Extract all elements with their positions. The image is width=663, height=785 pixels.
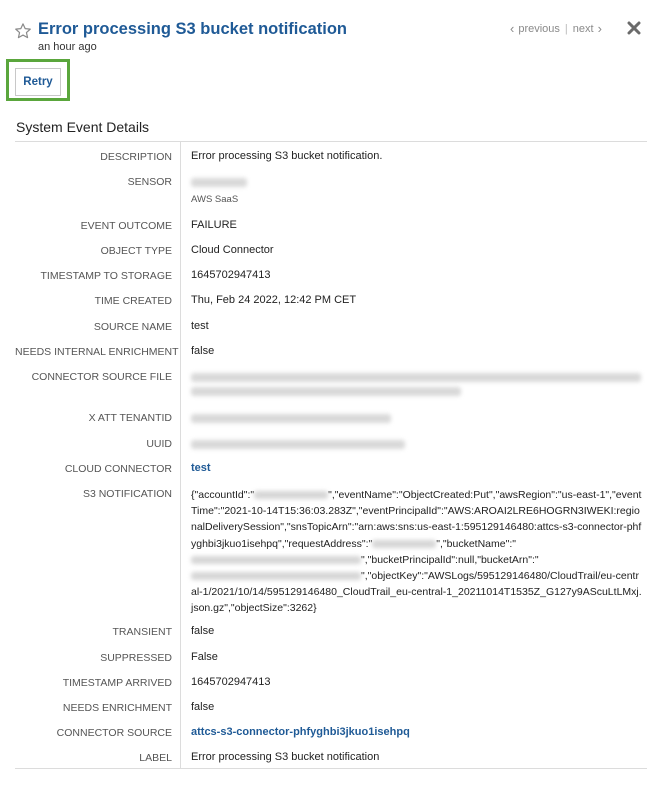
label-event-outcome: EVENT OUTCOME (80, 220, 172, 232)
label-needs-internal-enrichment: NEEDS INTERNAL ENRICHMENT (15, 346, 179, 358)
label-label: LABEL (139, 752, 172, 764)
pager: ‹ previous | next › (510, 21, 602, 36)
s3-notification-text-4: ","bucketPrincipalId":null,"bucketArn":" (361, 553, 539, 566)
value-s3-notification: {"accountId":" ","eventName":"ObjectCreat… (191, 487, 643, 617)
redacted-request-address (372, 539, 437, 548)
s3-notification-text-3: ","bucketName":" (436, 537, 516, 550)
redacted-connector-source-file-line1 (191, 373, 641, 382)
label-s3-notification: S3 NOTIFICATION (82, 488, 172, 500)
value-timestamp-to-storage: 1645702947413 (191, 269, 271, 281)
value-timestamp-arrived: 1645702947413 (191, 676, 271, 688)
value-needs-internal-enrichment: false (191, 345, 215, 357)
redacted-bucket-arn (191, 572, 361, 581)
label-sensor: SENSOR (127, 176, 172, 188)
chevron-right-icon[interactable]: › (598, 21, 602, 36)
value-label: Error processing S3 bucket notification (191, 751, 380, 763)
label-time-created: TIME CREATED (94, 295, 172, 307)
next-link[interactable]: next (573, 23, 594, 35)
label-timestamp-arrived: TIMESTAMP ARRIVED (62, 677, 172, 689)
label-connector-source-file: CONNECTOR SOURCE FILE (31, 371, 172, 383)
redacted-uuid (191, 440, 405, 449)
column-divider (180, 142, 181, 768)
previous-link[interactable]: previous (518, 23, 560, 35)
retry-button[interactable]: Retry (15, 68, 61, 96)
value-object-type: Cloud Connector (191, 244, 274, 256)
label-description: DESCRIPTION (100, 151, 172, 163)
value-description: Error processing S3 bucket notification. (191, 150, 383, 162)
value-time-created: Thu, Feb 24 2022, 12:42 PM CET (191, 294, 357, 306)
label-transient: TRANSIENT (112, 626, 172, 638)
redacted-sensor-name (191, 178, 247, 187)
redacted-account-id (254, 491, 329, 500)
redacted-connector-source-file-line2 (191, 387, 461, 396)
chevron-left-icon[interactable]: ‹ (510, 21, 514, 36)
value-sensor-type: AWS SaaS (191, 194, 239, 205)
value-transient: false (191, 625, 215, 637)
label-needs-enrichment: NEEDS ENRICHMENT (62, 702, 172, 714)
label-connector-source: CONNECTOR SOURCE (56, 727, 172, 739)
label-object-type: OBJECT TYPE (100, 245, 172, 257)
pager-separator: | (564, 22, 568, 35)
link-connector-source[interactable]: attcs-s3-connector-phfyghbi3jkuo1isehpq (191, 726, 410, 738)
star-outline-icon[interactable] (14, 22, 32, 40)
label-timestamp-to-storage: TIMESTAMP TO STORAGE (40, 270, 172, 282)
section-title: System Event Details (16, 119, 150, 135)
s3-notification-text-1: {"accountId":" (191, 489, 255, 501)
label-source-name: SOURCE NAME (93, 321, 172, 333)
timestamp-relative: an hour ago (38, 41, 97, 53)
label-suppressed: SUPPRESSED (100, 652, 172, 664)
value-suppressed: False (191, 651, 218, 663)
value-source-name: test (191, 320, 209, 332)
details-panel: DESCRIPTION Error processing S3 bucket n… (15, 141, 647, 769)
value-event-outcome: FAILURE (191, 219, 237, 231)
link-cloud-connector[interactable]: test (191, 462, 211, 474)
redacted-tenantid (191, 414, 391, 423)
close-icon[interactable] (626, 20, 642, 36)
label-cloud-connector: CLOUD CONNECTOR (64, 463, 172, 475)
redacted-bucket-name (191, 556, 361, 565)
label-x-att-tenantid: X ATT TENANTID (88, 412, 172, 424)
label-uuid: UUID (146, 438, 172, 450)
page-title: Error processing S3 bucket notification (38, 20, 347, 38)
value-needs-enrichment: false (191, 701, 215, 713)
